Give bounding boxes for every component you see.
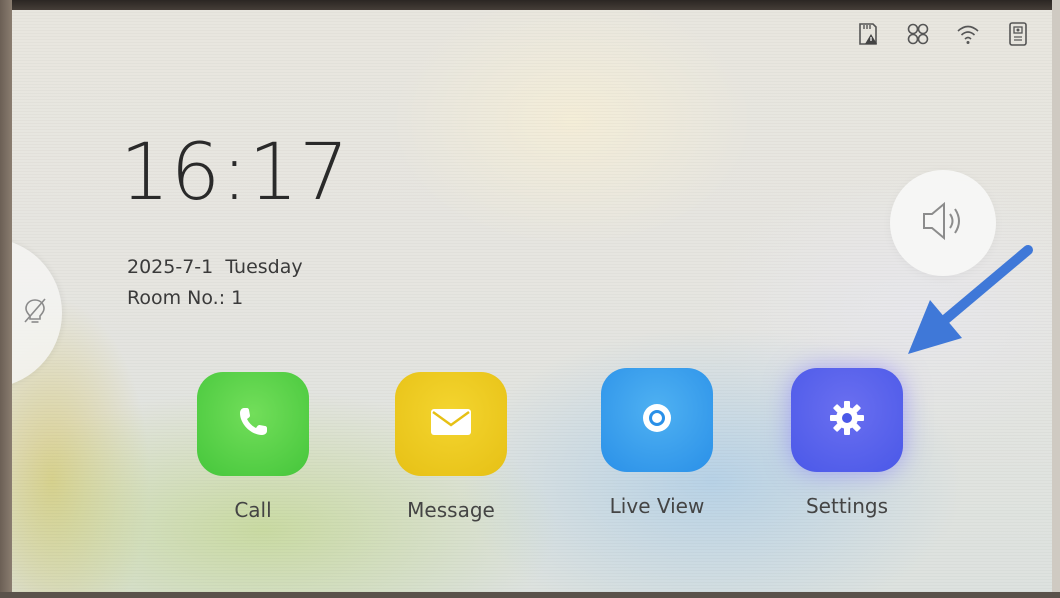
clock-time: 16:17 xyxy=(120,128,350,218)
camera-icon xyxy=(637,398,677,442)
device-bezel-bottom xyxy=(0,592,1060,598)
call-button[interactable] xyxy=(197,372,309,476)
status-bar xyxy=(854,20,1032,48)
annotation-arrow xyxy=(908,245,1033,354)
call-label: Call xyxy=(234,498,272,522)
device-bezel-left xyxy=(0,0,12,598)
link-icon xyxy=(904,20,932,48)
settings-button[interactable] xyxy=(791,368,903,472)
live-view-button[interactable] xyxy=(601,368,713,472)
message-label: Message xyxy=(407,498,495,522)
live-view-label: Live View xyxy=(609,494,705,518)
light-toggle-tab[interactable] xyxy=(12,238,62,388)
light-off-icon xyxy=(22,296,48,330)
room-number-label: Room No.: 1 xyxy=(127,287,244,309)
date-label: 2025-7-1 Tuesday xyxy=(127,256,303,278)
phone-icon xyxy=(233,402,273,446)
message-button[interactable] xyxy=(395,372,507,476)
app-call[interactable]: Call xyxy=(178,372,328,522)
door-station-icon xyxy=(1004,20,1032,48)
app-live-view[interactable]: Live View xyxy=(582,368,732,518)
sd-card-warning-icon xyxy=(854,20,882,48)
app-message[interactable]: Message xyxy=(376,372,526,522)
wifi-icon xyxy=(954,20,982,48)
envelope-icon xyxy=(428,404,474,444)
settings-label: Settings xyxy=(805,494,889,518)
app-settings[interactable]: Settings xyxy=(772,368,922,518)
gear-icon xyxy=(826,397,868,443)
device-bezel-right xyxy=(1052,0,1060,598)
